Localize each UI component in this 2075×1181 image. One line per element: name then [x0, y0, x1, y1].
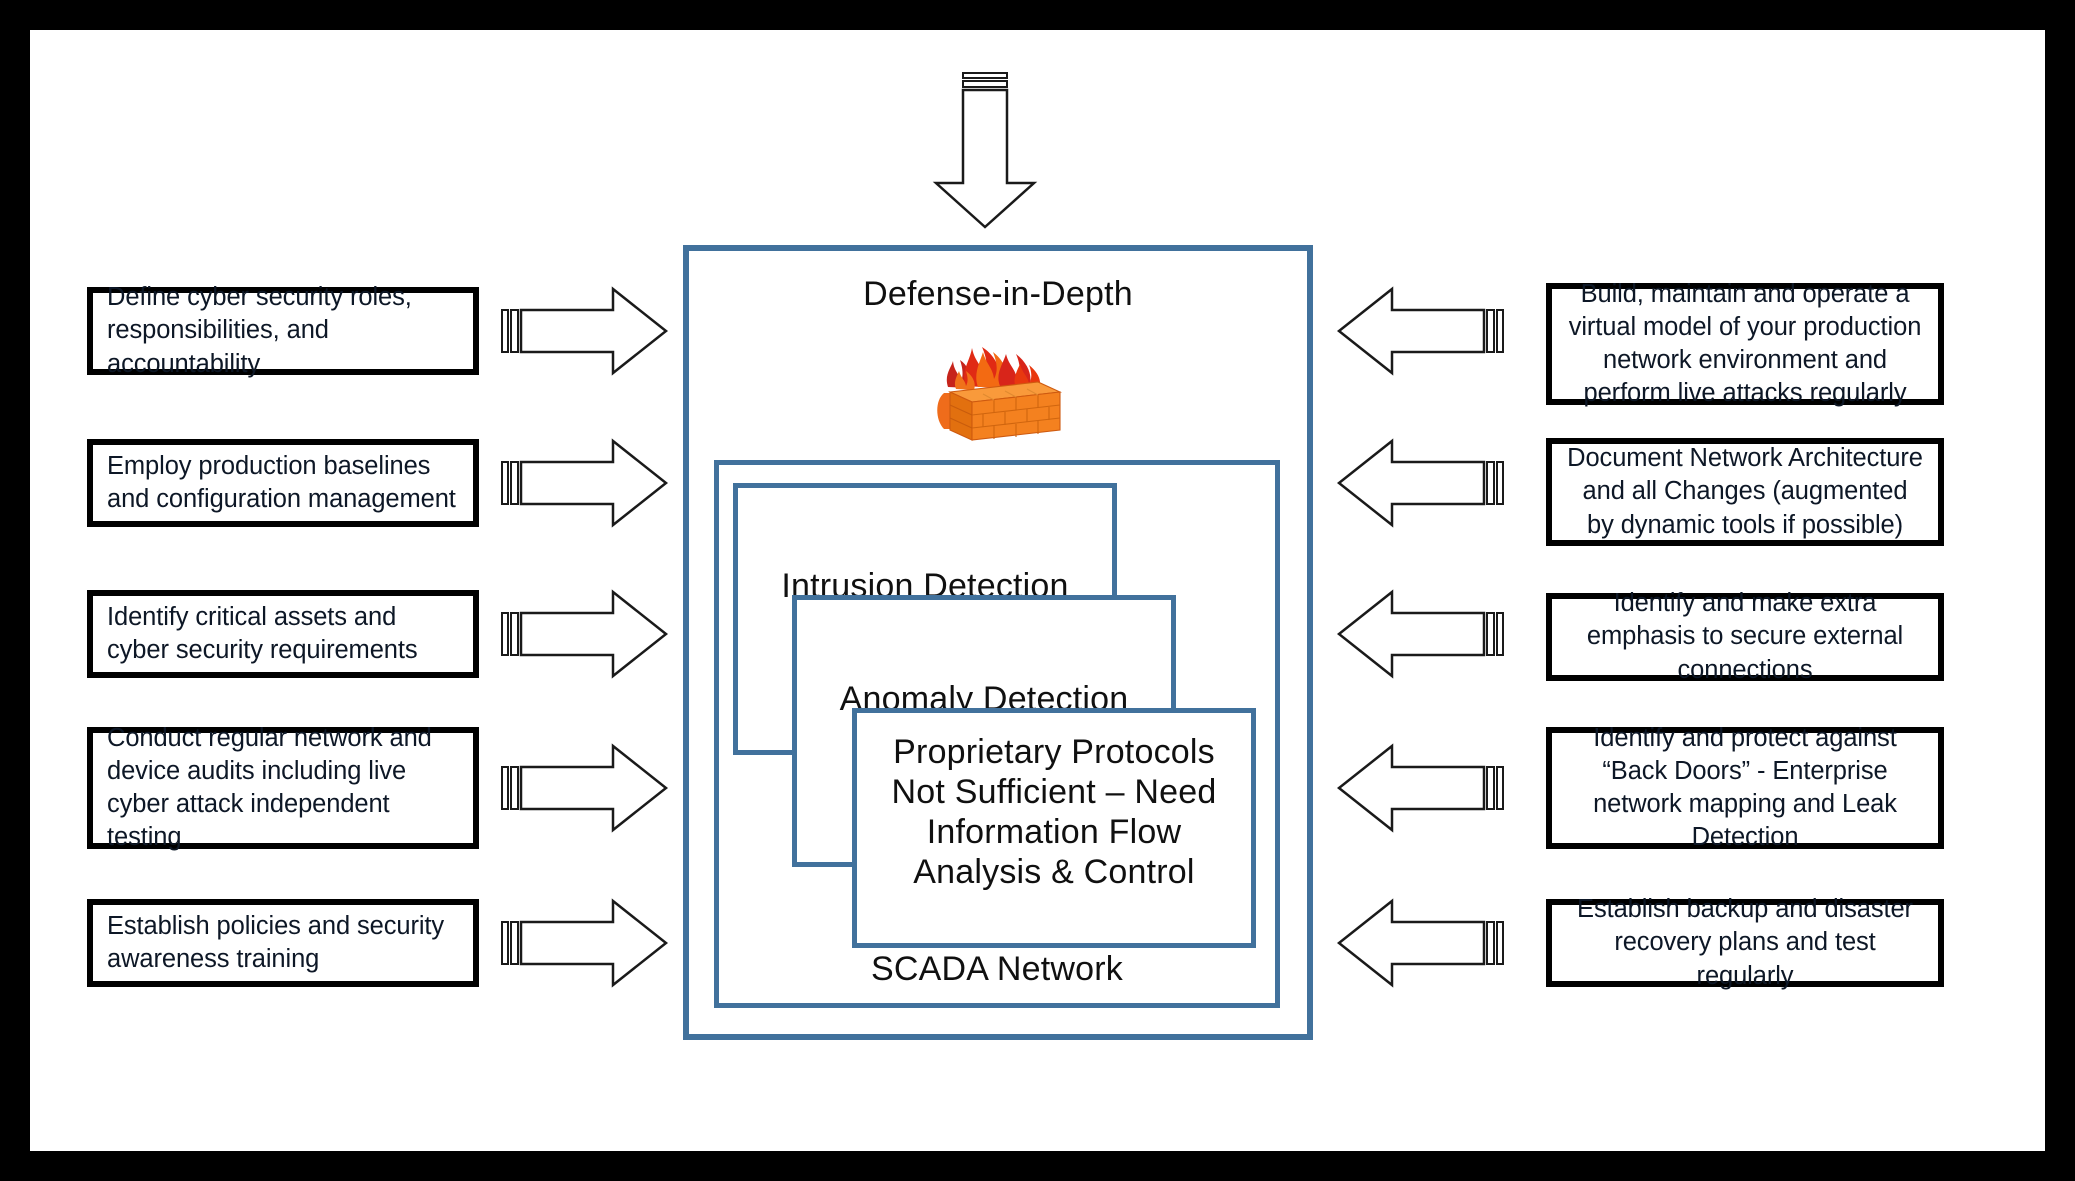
firewall-brick-wall-flame-icon: [920, 330, 1070, 445]
left-box-identify-critical-assets-text: Identify critical assets and cyber secur…: [107, 602, 418, 664]
left-box-identify-critical-assets[interactable]: Identify critical assets and cyber secur…: [87, 590, 479, 678]
left-box-define-roles-text: Define cyber security roles, responsibil…: [107, 283, 412, 378]
left-box-conduct-audits-text: Conduct regular network and device audit…: [107, 723, 432, 852]
proprietary-line-3: Information Flow: [926, 813, 1182, 852]
arrow-left-striped-tail-icon-5: [1335, 898, 1505, 988]
arrow-right-striped-tail-icon-5: [500, 898, 670, 988]
proprietary-protocols-label: Proprietary Protocols Not Sufficient – N…: [852, 732, 1256, 892]
arrow-left-striped-tail-icon-1: [1335, 286, 1505, 376]
left-box-production-baselines-text: Employ production baselines and configur…: [107, 451, 456, 513]
left-box-conduct-audits[interactable]: Conduct regular network and device audit…: [87, 724, 479, 851]
arrow-right-striped-tail-icon-2: [500, 438, 670, 528]
proprietary-line-2: Not Sufficient – Need: [891, 773, 1217, 812]
arrow-right-striped-tail-icon-3: [500, 589, 670, 679]
proprietary-line-4: Analysis & Control: [913, 853, 1195, 892]
arrow-down-striped-tail-icon: [930, 70, 1040, 230]
right-box-virtual-model[interactable]: Build, maintain and operate a virtual mo…: [1546, 280, 1944, 407]
arrow-right-striped-tail-icon-4: [500, 743, 670, 833]
left-box-establish-policies[interactable]: Establish policies and security awarenes…: [87, 899, 479, 987]
left-box-establish-policies-text: Establish policies and security awarenes…: [107, 911, 445, 973]
diagram-canvas: Defense-in-Depth SCADA Network Intrusion…: [30, 30, 2045, 1151]
arrow-left-striped-tail-icon-2: [1335, 438, 1505, 528]
arrow-left-striped-tail-icon-4: [1335, 743, 1505, 833]
right-box-document-architecture-text: Document Network Architecture and all Ch…: [1567, 444, 1923, 539]
right-box-back-doors-text: Identify and protect against “Back Doors…: [1593, 723, 1897, 852]
defense-in-depth-title: Defense-in-Depth: [863, 275, 1133, 313]
right-box-backup-recovery[interactable]: Establish backup and disaster recovery p…: [1546, 895, 1944, 990]
right-box-external-connections[interactable]: Identify and make extra emphasis to secu…: [1546, 589, 1944, 684]
proprietary-line-1: Proprietary Protocols: [893, 733, 1215, 771]
left-box-production-baselines[interactable]: Employ production baselines and configur…: [87, 439, 479, 527]
scada-network-label: SCADA Network: [870, 950, 1123, 988]
right-box-external-connections-text: Identify and make extra emphasis to secu…: [1586, 589, 1904, 684]
right-box-document-architecture[interactable]: Document Network Architecture and all Ch…: [1546, 438, 1944, 546]
diagram-frame: Defense-in-Depth SCADA Network Intrusion…: [30, 30, 2045, 1151]
right-box-virtual-model-text: Build, maintain and operate a virtual mo…: [1568, 279, 1922, 408]
right-box-back-doors[interactable]: Identify and protect against “Back Doors…: [1546, 724, 1944, 851]
arrow-left-striped-tail-icon-3: [1335, 589, 1505, 679]
right-box-backup-recovery-text: Establish backup and disaster recovery p…: [1577, 895, 1913, 990]
arrow-right-striped-tail-icon-1: [500, 286, 670, 376]
left-box-define-roles[interactable]: Define cyber security roles, responsibil…: [87, 283, 479, 378]
